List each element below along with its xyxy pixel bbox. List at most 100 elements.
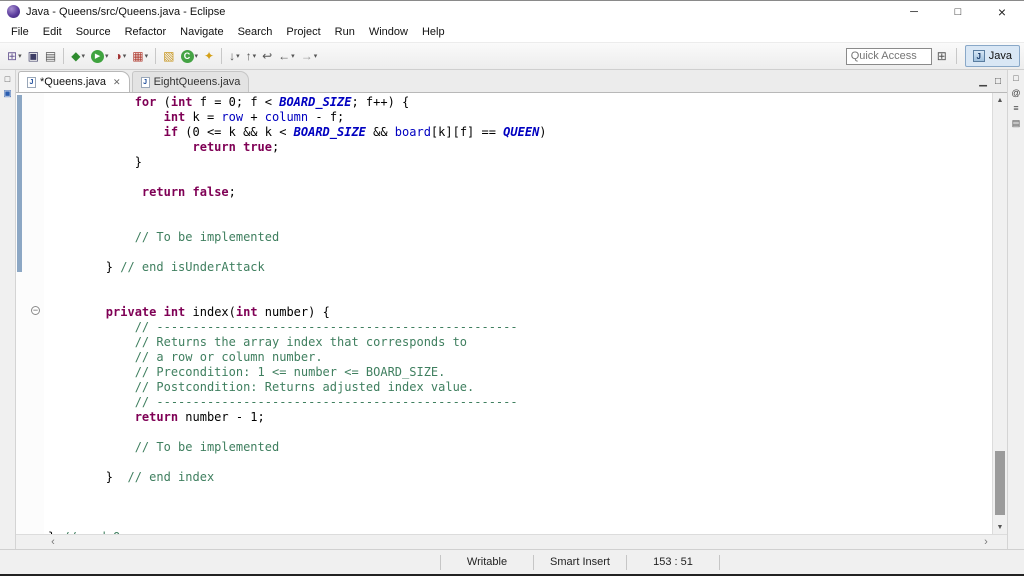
code-line[interactable]: // To be implemented [48, 440, 992, 455]
print-icon-button[interactable]: ▤ [43, 46, 58, 66]
tab-queens-java[interactable]: J *Queens.java ✕ [18, 71, 130, 92]
code-line[interactable] [48, 425, 992, 440]
java-perspective-button[interactable]: J Java [964, 45, 1020, 67]
vertical-scrollbar[interactable]: ▲ ▼ [992, 93, 1007, 534]
next-annotation-icon-button[interactable]: ↓ ▾ [227, 46, 242, 66]
menu-edit[interactable]: Edit [36, 24, 69, 40]
quick-access-input[interactable] [845, 47, 932, 65]
minimize-button[interactable]: ─ [892, 1, 936, 22]
close-button[interactable]: × [980, 1, 1024, 22]
code-viewport[interactable]: for (int f = 0; f < BOARD_SIZE; f++) { i… [44, 93, 992, 534]
menu-search[interactable]: Search [231, 24, 280, 40]
scroll-right-icon[interactable]: › [979, 535, 993, 549]
save-icon-button[interactable]: ▣ [26, 46, 41, 66]
restore-pane-icon[interactable]: □ [1013, 74, 1018, 83]
code-line[interactable]: } // end index [48, 470, 992, 485]
console-view-icon[interactable]: ▤ [1012, 119, 1021, 128]
code-line[interactable] [48, 170, 992, 185]
dropdown-arrow-icon[interactable]: ▾ [18, 52, 22, 60]
dropdown-arrow-icon[interactable]: ▾ [195, 52, 199, 60]
javadoc-view-icon[interactable]: @ [1011, 89, 1020, 98]
code-line[interactable]: // -------------------------------------… [48, 395, 992, 410]
dropdown-arrow-icon[interactable]: ▾ [105, 52, 109, 60]
new-java-project-icon-button[interactable]: ▧ [161, 46, 176, 66]
code-line[interactable]: // To be implemented [48, 230, 992, 245]
dropdown-arrow-icon[interactable]: ▾ [314, 52, 318, 60]
minimize-view-icon[interactable]: ▁ [979, 76, 987, 87]
method-range-indicator [17, 95, 22, 272]
last-edit-location-icon-button[interactable]: ↩ [260, 46, 274, 66]
search-icon-button[interactable]: ✦ [202, 46, 216, 66]
menu-help[interactable]: Help [415, 24, 452, 40]
dropdown-arrow-icon[interactable]: ▾ [236, 52, 240, 60]
code-line[interactable] [48, 200, 992, 215]
fold-collapse-icon[interactable]: − [31, 306, 40, 315]
scroll-left-icon[interactable]: ‹ [46, 535, 60, 549]
tab-close-icon[interactable]: ✕ [113, 77, 121, 88]
declaration-view-icon[interactable]: ≡ [1013, 104, 1018, 113]
code-line[interactable]: // a row or column number. [48, 350, 992, 365]
dropdown-arrow-icon[interactable]: ▾ [145, 52, 149, 60]
run-icon-button[interactable]: ▶ ▾ [89, 46, 111, 66]
maximize-view-icon[interactable]: □ [995, 76, 1001, 87]
restore-pane-icon[interactable]: □ [5, 75, 10, 84]
scroll-up-icon[interactable]: ▲ [993, 93, 1007, 107]
package-explorer-icon[interactable]: ▣ [3, 89, 12, 98]
horizontal-scrollbar[interactable]: ‹ › [16, 534, 1007, 549]
code-line[interactable]: } [48, 155, 992, 170]
code-line[interactable]: if (0 <= k && k < BOARD_SIZE && board[k]… [48, 125, 992, 140]
maximize-button[interactable]: □ [936, 1, 980, 22]
status-bar: Writable Smart Insert 153 : 51 [0, 549, 1024, 574]
scroll-down-icon[interactable]: ▼ [993, 520, 1007, 534]
code-line[interactable]: } // end isUnderAttack [48, 260, 992, 275]
code-line[interactable]: int k = row + column - f; [48, 110, 992, 125]
code-line[interactable]: return false; [48, 185, 992, 200]
new-class-icon-button[interactable]: C ▾ [179, 46, 201, 66]
code-line[interactable] [48, 455, 992, 470]
prev-annotation-icon-button[interactable]: ↑ ▾ [244, 46, 259, 66]
back-icon-button[interactable]: ← ▾ [276, 46, 297, 66]
menu-window[interactable]: Window [362, 24, 415, 40]
code-line[interactable]: // Postcondition: Returns adjusted index… [48, 380, 992, 395]
tab-eightqueens-java[interactable]: J EightQueens.java [131, 71, 250, 92]
menu-file[interactable]: File [4, 24, 36, 40]
code-line[interactable]: private int index(int number) { [48, 305, 992, 320]
vertical-scrollbar-thumb[interactable] [995, 451, 1005, 515]
annotation-ruler[interactable]: − [16, 93, 44, 534]
code-line[interactable]: } // end Queens [48, 530, 992, 534]
new-wizard-icon-button[interactable]: ⊞ ▾ [5, 46, 24, 66]
code-line[interactable] [48, 245, 992, 260]
insert-mode-status[interactable]: Smart Insert [533, 554, 626, 570]
dropdown-arrow-icon[interactable]: ▾ [291, 52, 295, 60]
java-file-icon: J [140, 76, 150, 88]
dropdown-arrow-icon[interactable]: ▾ [82, 52, 86, 60]
code-line[interactable]: for (int f = 0; f < BOARD_SIZE; f++) { [48, 95, 992, 110]
title-bar: Java - Queens/src/Queens.java - Eclipse … [0, 1, 1024, 22]
external-tools-icon-button[interactable]: ▦ ▾ [130, 46, 150, 66]
menu-navigate[interactable]: Navigate [173, 24, 230, 40]
dropdown-arrow-icon[interactable]: ▾ [253, 52, 257, 60]
code-line[interactable]: // Precondition: 1 <= number <= BOARD_SI… [48, 365, 992, 380]
code-line[interactable]: return number - 1; [48, 410, 992, 425]
code-line[interactable]: // -------------------------------------… [48, 320, 992, 335]
menu-source[interactable]: Source [69, 24, 118, 40]
code-line[interactable]: // Returns the array index that correspo… [48, 335, 992, 350]
code-line[interactable] [48, 500, 992, 515]
menu-project[interactable]: Project [279, 24, 327, 40]
code-line[interactable] [48, 215, 992, 230]
coverage-icon-button[interactable]: ◑ ▾ [113, 46, 129, 66]
open-perspective-icon[interactable]: ⊞ [937, 49, 947, 63]
menu-run[interactable]: Run [328, 24, 362, 40]
toolbar-separator [155, 48, 157, 64]
code-line[interactable] [48, 275, 992, 290]
code-line[interactable] [48, 515, 992, 530]
code-area[interactable]: for (int f = 0; f < BOARD_SIZE; f++) { i… [44, 93, 992, 534]
debug-icon-button[interactable]: ◆ ▾ [69, 46, 87, 66]
code-line[interactable] [48, 290, 992, 305]
menu-refactor[interactable]: Refactor [118, 24, 174, 40]
toolbar-separator [63, 48, 65, 64]
code-line[interactable]: return true; [48, 140, 992, 155]
forward-icon-button[interactable]: → ▾ [299, 46, 320, 66]
dropdown-arrow-icon[interactable]: ▾ [123, 52, 127, 60]
code-line[interactable] [48, 485, 992, 500]
